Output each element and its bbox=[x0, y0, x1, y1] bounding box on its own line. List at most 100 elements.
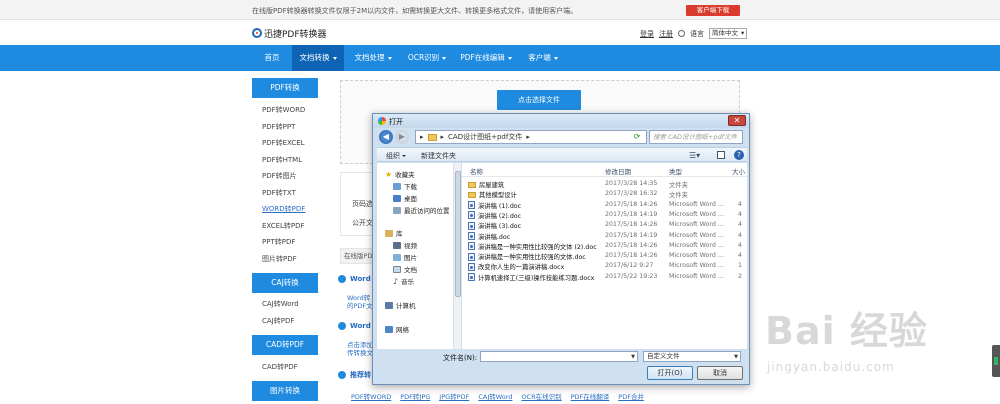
sidebar-item[interactable]: PDF转图片 bbox=[252, 168, 318, 185]
sidebar-item[interactable]: CAJ转Word bbox=[252, 296, 318, 313]
close-button[interactable]: ✕ bbox=[728, 115, 746, 126]
sidebar-item[interactable]: CAD转PDF bbox=[252, 359, 318, 376]
address-bar[interactable]: ▸ ▸ CAD设计图纸+pdf文件 ▸ bbox=[415, 130, 647, 144]
site-logo[interactable]: 迅捷PDF转换器 bbox=[252, 27, 327, 40]
file-size: 4 bbox=[738, 210, 743, 218]
info-icon bbox=[338, 371, 346, 379]
address-row: ◀ ▶ ▸ ▸ CAD设计图纸+pdf文件 ▸ ⟳ 搜索 CAD设计图纸+pdf… bbox=[377, 129, 747, 145]
nav-pictures[interactable]: 图片 bbox=[393, 252, 417, 262]
nav-network[interactable]: 网络 bbox=[385, 324, 409, 334]
filetype-select[interactable]: 自定义文件 ▼ bbox=[643, 351, 741, 362]
scrollbar-thumb[interactable] bbox=[455, 171, 461, 297]
sidebar-head-image[interactable]: 图片转换 bbox=[252, 380, 318, 401]
file-type: Microsoft Word ... bbox=[669, 221, 724, 229]
nav-downloads[interactable]: 下载 bbox=[393, 181, 417, 191]
new-folder-button[interactable]: 新建文件夹 bbox=[421, 151, 456, 161]
sidebar-item[interactable]: CAJ转PDF bbox=[252, 313, 318, 330]
sidebar-item-selected[interactable]: WORD转PDF bbox=[252, 201, 318, 218]
dialog-titlebar[interactable]: 打开 ✕ bbox=[373, 114, 749, 128]
link-pdf-to-word[interactable]: PDF转WORD bbox=[351, 391, 391, 401]
link-pdf-merge[interactable]: PDF合并 bbox=[618, 391, 644, 401]
file-row[interactable]: 其他模型设计 2017/3/28 16:32 文件夹 bbox=[462, 189, 747, 199]
nav-item-home[interactable]: 首页 bbox=[252, 45, 292, 71]
file-date: 2017/6/12 9:27 bbox=[605, 262, 654, 270]
nav-music[interactable]: ♪ 音乐 bbox=[393, 276, 414, 287]
sidebar-item[interactable]: 图片转PDF bbox=[252, 251, 318, 268]
file-row[interactable]: 演讲稿是一种实用性比较强的文体 (2).doc 2017/5/18 14:26 Mi… bbox=[462, 241, 747, 251]
file-row[interactable]: 演讲稿 (1).doc 2017/5/18 14:26 Microsoft Word… bbox=[462, 200, 747, 210]
view-options-icon[interactable]: ☰▾ bbox=[689, 151, 700, 160]
sidebar-item[interactable]: PDF转EXCEL bbox=[252, 135, 318, 152]
sidebar-head-cad[interactable]: CAD转PDF bbox=[252, 335, 318, 355]
nav-videos[interactable]: 视频 bbox=[393, 240, 417, 250]
file-row[interactable]: 演讲稿是一种实用性比较强的文体.doc 2017/5/18 14:26 Micros… bbox=[462, 251, 747, 261]
globe-icon bbox=[678, 30, 685, 37]
word-document-icon bbox=[468, 242, 475, 251]
sidebar-item[interactable]: PPT转PDF bbox=[252, 234, 318, 251]
register-link[interactable]: 注册 bbox=[659, 29, 673, 39]
nav-computer[interactable]: 计算机 bbox=[385, 300, 416, 310]
sidebar-item[interactable]: PDF转HTML bbox=[252, 152, 318, 169]
nav-item-ocr[interactable]: OCR识别 bbox=[402, 45, 452, 71]
file-date: 2017/5/18 14:26 bbox=[605, 221, 658, 229]
column-name[interactable]: 名称 bbox=[470, 166, 483, 176]
back-button[interactable]: ◀ bbox=[379, 130, 393, 144]
nav-libraries[interactable]: 库 bbox=[385, 228, 403, 238]
link-jpg-to-pdf[interactable]: JPG转PDF bbox=[439, 391, 469, 401]
sidebar-item[interactable]: PDF转TXT bbox=[252, 185, 318, 202]
open-button[interactable]: 打开(O) bbox=[647, 366, 693, 380]
language-select[interactable]: 简体中文 ▾ bbox=[709, 28, 748, 39]
file-row[interactable]: 演讲稿 (2).doc 2017/5/18 14:19 Microsoft Word… bbox=[462, 210, 747, 220]
nav-item-pdf-edit[interactable]: PDF在线编辑 bbox=[455, 45, 517, 71]
search-input[interactable]: 搜索 CAD设计图纸+pdf文件 bbox=[649, 130, 743, 144]
column-date[interactable]: 修改日期 bbox=[605, 166, 631, 176]
link-pdf-translate[interactable]: PDF在线翻译 bbox=[571, 391, 610, 401]
file-type: 文件夹 bbox=[669, 182, 688, 189]
section-title: Word bbox=[338, 275, 371, 283]
select-file-button[interactable]: 点击选择文件 bbox=[497, 90, 581, 110]
refresh-icon[interactable]: ⟳ bbox=[631, 131, 643, 143]
sidebar-head-pdf[interactable]: PDF转换 bbox=[252, 78, 318, 98]
word-document-icon bbox=[468, 273, 475, 282]
nav-item-doc-convert[interactable]: 文档转换 bbox=[292, 45, 344, 71]
preview-pane-icon[interactable] bbox=[717, 151, 725, 159]
login-link[interactable]: 登录 bbox=[640, 29, 654, 39]
nav-item-client[interactable]: 客户端 bbox=[520, 45, 566, 71]
main-nav: 首页 文档转换 文档处理 OCR识别 PDF在线编辑 客户端 bbox=[0, 45, 1000, 71]
link-pdf-to-jpg[interactable]: PDF转JPG bbox=[400, 391, 430, 401]
side-feedback-tab[interactable] bbox=[992, 345, 1000, 377]
sidebar-item[interactable]: EXCEL转PDF bbox=[252, 218, 318, 235]
nav-recent[interactable]: 最近访问的位置 bbox=[393, 205, 450, 215]
link-caj-to-word[interactable]: CAJ转Word bbox=[478, 391, 512, 401]
nav-item-doc-process[interactable]: 文档处理 bbox=[348, 45, 398, 71]
sidebar-head-caj[interactable]: CAJ转换 bbox=[252, 273, 318, 293]
nav-pane-scrollbar[interactable] bbox=[453, 163, 461, 349]
nav-favorites[interactable]: ★ 收藏夹 bbox=[385, 169, 415, 180]
column-size[interactable]: 大小 bbox=[732, 166, 745, 176]
nav-documents[interactable]: 文档 bbox=[393, 264, 417, 274]
cancel-button[interactable]: 取消 bbox=[697, 366, 743, 380]
help-icon[interactable]: ? bbox=[734, 150, 744, 160]
forward-button[interactable]: ▶ bbox=[395, 130, 409, 144]
file-row[interactable]: 房屋建筑 2017/3/28 14:35 文件夹 bbox=[462, 179, 747, 189]
file-size: 4 bbox=[738, 241, 743, 249]
column-type[interactable]: 类型 bbox=[669, 166, 682, 176]
file-type: 文件夹 bbox=[669, 192, 688, 200]
sidebar-item[interactable]: PDF转PPT bbox=[252, 119, 318, 136]
file-row[interactable]: 改变你人生的一篇演讲稿.docx 2017/6/12 9:27 Microsoft … bbox=[462, 261, 747, 271]
filename-input[interactable]: ▼ bbox=[480, 351, 638, 362]
organize-menu[interactable]: 组织 bbox=[386, 151, 406, 161]
sidebar-item[interactable]: PDF转WORD bbox=[252, 102, 318, 119]
breadcrumb-folder[interactable]: CAD设计图纸+pdf文件 bbox=[448, 131, 522, 143]
file-row[interactable]: 演讲稿 (3).doc 2017/5/18 14:26 Microsoft Word… bbox=[462, 220, 747, 230]
chevron-down-icon[interactable]: ▼ bbox=[631, 352, 635, 362]
nav-desktop[interactable]: 桌面 bbox=[393, 193, 417, 203]
file-row[interactable]: 演讲稿.doc 2017/5/18 14:19 Microsoft Word ...… bbox=[462, 231, 747, 241]
section-title: Word bbox=[338, 322, 371, 330]
filetype-value: 自定义文件 bbox=[647, 352, 680, 360]
link-ocr[interactable]: OCR在线识别 bbox=[521, 391, 561, 401]
file-date: 2017/5/18 14:26 bbox=[605, 252, 658, 260]
client-download-button[interactable]: 客户端下载 bbox=[686, 5, 740, 16]
file-row[interactable]: 计算机速择工(三级)操作技能练习题.docx 2017/5/22 19:23 Mic… bbox=[462, 272, 747, 282]
word-document-icon bbox=[468, 221, 475, 230]
